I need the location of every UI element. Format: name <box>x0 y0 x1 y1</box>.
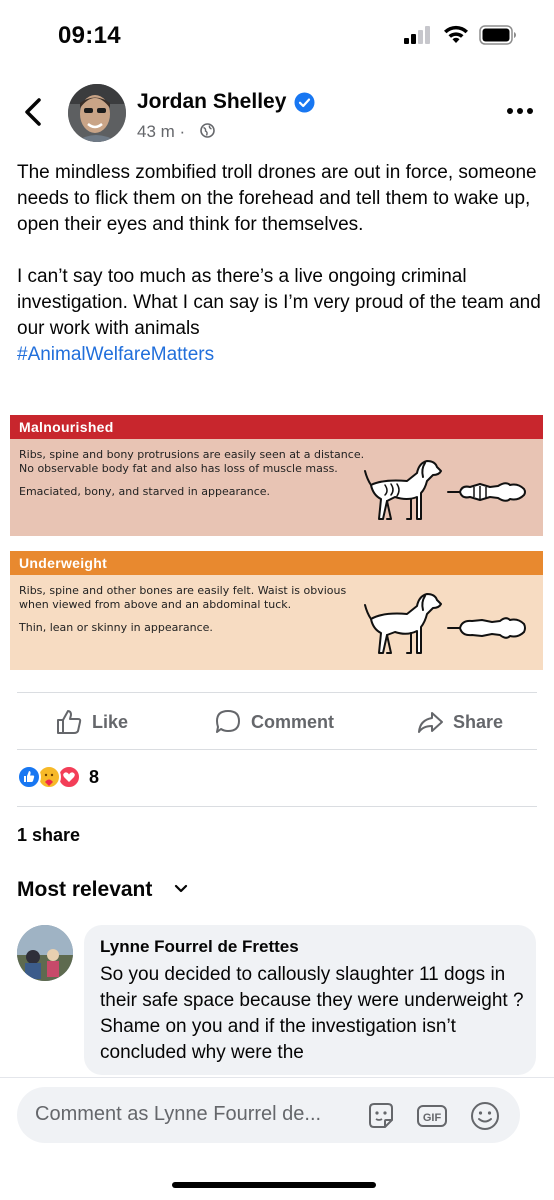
comment-sort-dropdown[interactable]: Most relevant <box>17 878 152 902</box>
card-line: Ribs, spine and other bones are easily f… <box>19 584 347 597</box>
share-count[interactable]: 1 share <box>17 825 80 846</box>
post-paragraph: I can’t say too much as there’s a live o… <box>17 266 541 339</box>
card-description: Ribs, spine and bony protrusions are eas… <box>19 448 374 476</box>
share-arrow-icon <box>418 712 443 733</box>
reaction-count: 8 <box>89 766 100 787</box>
status-bar: 09:14 <box>0 0 554 70</box>
gif-icon[interactable]: GIF <box>416 1100 448 1132</box>
share-label: Share <box>453 711 504 732</box>
divider <box>17 749 537 750</box>
status-time: 09:14 <box>58 22 121 49</box>
author-avatar[interactable] <box>68 84 126 142</box>
comment-input[interactable]: Comment as Lynne Fourrel de... GIF <box>17 1087 520 1143</box>
card-description: Ribs, spine and other bones are easily f… <box>19 584 374 612</box>
post-action-bar: Like Comment Share <box>0 695 554 750</box>
card-title: Malnourished <box>10 415 543 439</box>
wifi-icon <box>444 25 468 43</box>
like-reaction-icon <box>17 765 41 789</box>
hashtag-link[interactable]: #AnimalWelfareMatters <box>17 342 547 368</box>
card-line: Ribs, spine and bony protrusions are eas… <box>19 448 365 461</box>
commenter-avatar[interactable] <box>17 925 73 981</box>
underweight-card: Underweight Ribs, spine and other bones … <box>10 551 543 670</box>
globe-icon <box>200 123 215 138</box>
post-paragraph: The mindless zombified troll drones are … <box>17 162 537 235</box>
thin-dog-side-illustration <box>364 460 442 520</box>
post-header: Jordan Shelley 43 m · <box>0 78 554 148</box>
card-appearance: Emaciated, bony, and starved in appearan… <box>19 485 271 498</box>
lean-dog-side-illustration <box>364 593 442 654</box>
like-button[interactable]: Like <box>55 707 128 737</box>
home-indicator[interactable] <box>172 1182 376 1188</box>
thumbs-up-icon <box>57 710 82 734</box>
avatar-sticker-icon[interactable] <box>365 1100 397 1132</box>
lean-dog-top-illustration <box>447 617 526 639</box>
thin-dog-top-illustration <box>447 482 526 502</box>
commenter-name[interactable]: Lynne Fourrel de Frettes <box>100 937 299 957</box>
emoji-icon[interactable] <box>469 1100 501 1132</box>
more-options-button[interactable] <box>505 104 535 118</box>
chevron-down-icon[interactable] <box>174 884 188 894</box>
comment-bubble[interactable]: Lynne Fourrel de Frettes So you decided … <box>84 925 536 1075</box>
comment-icon <box>216 710 240 733</box>
share-button[interactable]: Share <box>416 707 503 737</box>
comment-input-placeholder: Comment as Lynne Fourrel de... <box>35 1103 322 1125</box>
post-image[interactable]: Malnourished Ribs, spine and bony protru… <box>0 405 554 680</box>
back-button[interactable] <box>20 96 48 128</box>
author-name[interactable]: Jordan Shelley <box>137 90 286 114</box>
card-line: when viewed from above and an abdominal … <box>19 598 292 611</box>
battery-icon <box>479 25 516 45</box>
reactions-summary[interactable]: 8 <box>17 762 99 792</box>
post-body: The mindless zombified troll drones are … <box>17 160 547 368</box>
post-timestamp[interactable]: 43 m · <box>137 122 185 142</box>
comment-button[interactable]: Comment <box>214 707 334 737</box>
divider <box>17 692 537 693</box>
divider <box>17 806 537 807</box>
malnourished-card: Malnourished Ribs, spine and bony protru… <box>10 415 543 536</box>
comment-text: So you decided to callously slaughter 11… <box>100 964 524 1063</box>
cellular-signal-icon <box>404 26 434 44</box>
comment-label: Comment <box>251 711 335 732</box>
verified-badge-icon <box>294 92 315 113</box>
svg-text:GIF: GIF <box>423 1112 442 1124</box>
card-line: No observable body fat and also has loss… <box>19 462 338 475</box>
card-appearance: Thin, lean or skinny in appearance. <box>19 621 213 634</box>
like-label: Like <box>92 711 129 732</box>
card-title: Underweight <box>10 551 543 575</box>
